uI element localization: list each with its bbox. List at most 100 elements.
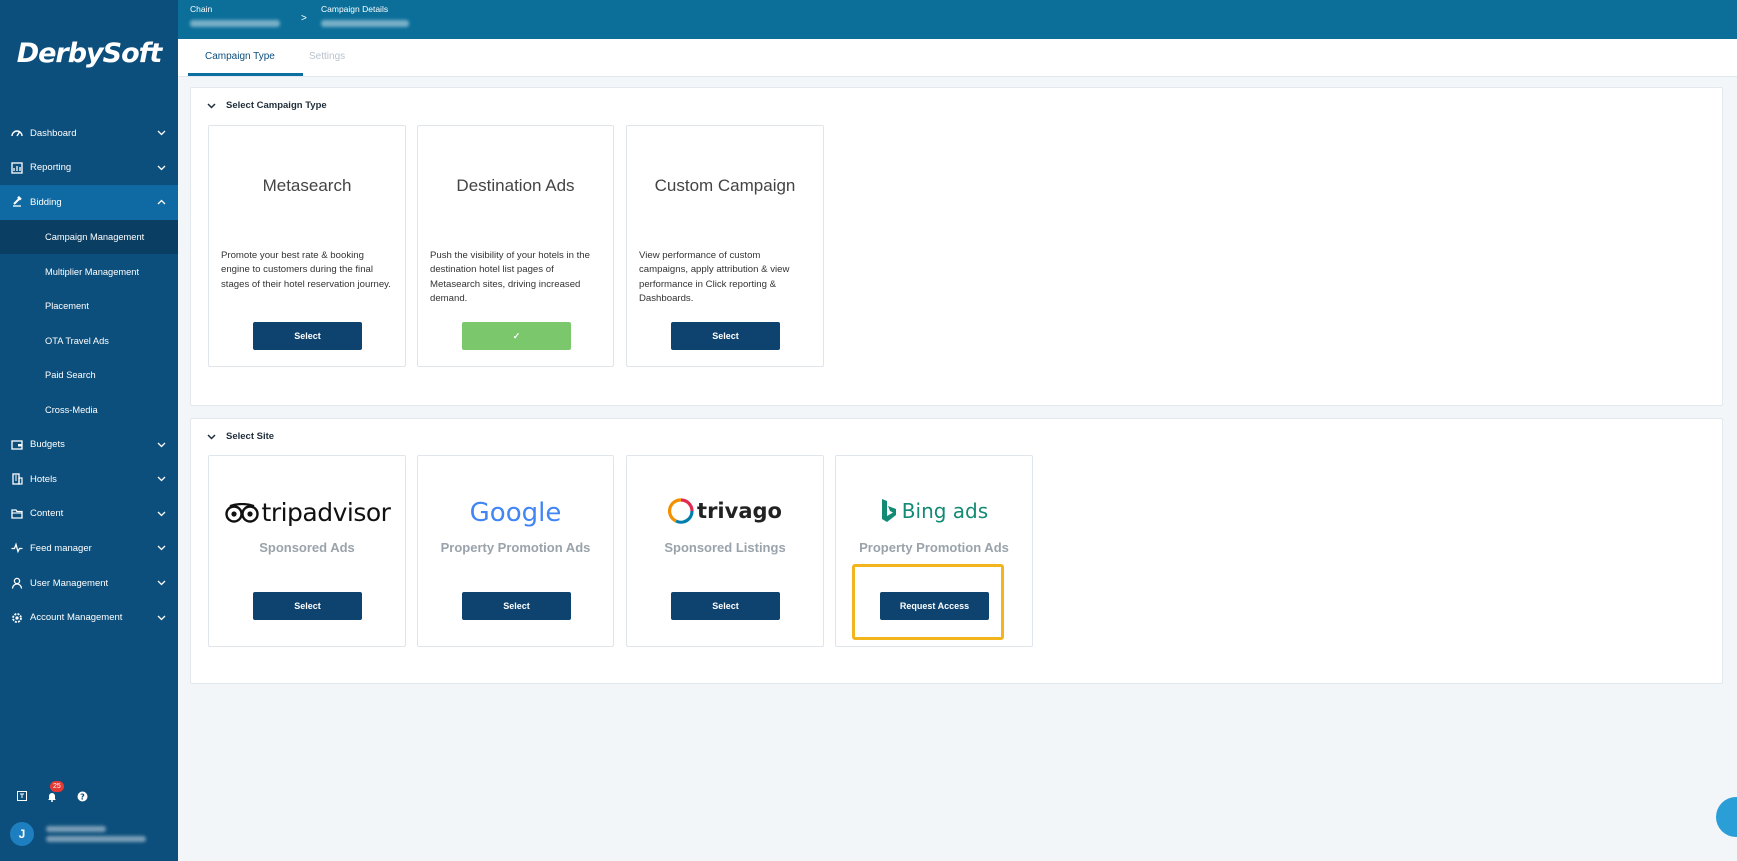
- sidebar-item-hotels[interactable]: Hotels: [0, 462, 178, 497]
- help-icon[interactable]: ?: [76, 790, 88, 802]
- chevron-down-icon: [207, 433, 216, 440]
- sidebar-item-dashboard[interactable]: Dashboard: [0, 116, 178, 151]
- breadcrumb-label: Chain: [190, 4, 213, 14]
- sidebar-subitem-ota-travel-ads[interactable]: OTA Travel Ads: [0, 324, 178, 359]
- tripadvisor-logo: tripadvisor: [209, 498, 405, 527]
- site-card-tripadvisor: tripadvisor Sponsored Ads Select: [208, 455, 406, 647]
- site-card-trivago: trivago Sponsored Listings Select: [626, 455, 824, 647]
- folder-icon: [10, 507, 23, 520]
- chevron-up-icon: [156, 197, 166, 207]
- site-card-google: Google Property Promotion Ads Select: [417, 455, 614, 647]
- svg-text:?: ?: [80, 792, 85, 801]
- breadcrumb-redacted-value: [321, 20, 409, 27]
- reporting-icon: [10, 161, 23, 174]
- section-title: Select Campaign Type: [226, 100, 327, 111]
- pulse-icon: [10, 542, 23, 555]
- tab-settings[interactable]: Settings: [309, 51, 345, 62]
- sidebar-item-label: Hotels: [30, 473, 57, 485]
- sidebar-footer-icons: 25 ?: [16, 781, 88, 802]
- campaign-card-description: Promote your best rate & booking engine …: [221, 250, 391, 290]
- sidebar-subitem-multiplier-management[interactable]: Multiplier Management: [0, 254, 178, 289]
- sidebar-item-label: Dashboard: [30, 127, 77, 139]
- campaign-type-header[interactable]: Select Campaign Type: [207, 100, 327, 111]
- campaign-card-title: Custom Campaign: [654, 176, 796, 195]
- sidebar-item-account-management[interactable]: Account Management: [0, 600, 178, 635]
- bing-ads-wordmark: Bing ads: [901, 499, 989, 523]
- section-title: Select Site: [226, 431, 275, 442]
- sidebar-subitem-placement[interactable]: Placement: [0, 289, 178, 324]
- wallet-icon: [10, 438, 23, 451]
- campaign-card-description: View performance of custom campaigns, ap…: [639, 250, 790, 304]
- sidebar-item-label: User Management: [30, 577, 109, 589]
- sidebar-item-reporting[interactable]: Reporting: [0, 151, 178, 186]
- sidebar-nav: Dashboard Reporting Bidding Campaign Man…: [0, 116, 178, 635]
- request-access-button[interactable]: Request Access: [880, 592, 989, 620]
- breadcrumb-separator: >: [301, 13, 307, 24]
- sidebar-item-bidding[interactable]: Bidding: [0, 185, 178, 220]
- chevron-down-icon: [156, 474, 166, 484]
- sidebar-item-label: Feed manager: [30, 542, 92, 554]
- notification-bell-icon[interactable]: 25: [46, 781, 64, 802]
- language-icon[interactable]: [16, 790, 28, 802]
- site-card-subtitle: Sponsored Listings: [664, 540, 786, 555]
- select-tripadvisor-button[interactable]: Select: [253, 592, 362, 620]
- user-profile[interactable]: J: [10, 822, 146, 846]
- campaign-card-description: Push the visibility of your hotels in th…: [430, 250, 590, 304]
- sidebar-subitem-campaign-management[interactable]: Campaign Management: [0, 219, 178, 255]
- sidebar-item-feed-manager[interactable]: Feed manager: [0, 531, 178, 566]
- chevron-down-icon: [156, 509, 166, 519]
- breadcrumb-redacted-value: [190, 20, 280, 27]
- chevron-down-icon: [156, 163, 166, 173]
- site-card-subtitle: Property Promotion Ads: [440, 540, 591, 555]
- sidebar: DerbySoft Dashboard Reporting Bidding Ca…: [0, 0, 178, 861]
- site-card-subtitle: Sponsored Ads: [259, 540, 355, 555]
- bing-ads-logo: Bing ads: [836, 498, 1032, 524]
- bidding-icon: [10, 196, 23, 209]
- active-tab-indicator: [188, 73, 303, 76]
- destination-ads-selected-button[interactable]: ✓: [462, 322, 571, 350]
- chat-support-button[interactable]: [1716, 797, 1737, 837]
- select-google-button[interactable]: Select: [462, 592, 571, 620]
- campaign-type-panel: Select Campaign Type Metasearch Promote …: [190, 87, 1723, 406]
- sidebar-item-label: Content: [30, 508, 64, 520]
- sidebar-subitem-paid-search[interactable]: Paid Search: [0, 358, 178, 393]
- campaign-card-title: Destination Ads: [456, 176, 575, 195]
- trivago-logo: trivago: [627, 498, 823, 524]
- chevron-down-icon: [156, 613, 166, 623]
- sidebar-item-label: Account Management: [30, 612, 123, 624]
- tripadvisor-wordmark: tripadvisor: [261, 498, 391, 527]
- sidebar-subitem-cross-media[interactable]: Cross-Media: [0, 393, 178, 428]
- google-logo: Google: [418, 498, 613, 528]
- user-icon: [10, 577, 23, 590]
- avatar: J: [10, 822, 34, 846]
- tab-campaign-type[interactable]: Campaign Type: [205, 51, 275, 62]
- campaign-card-custom-campaign: Custom Campaign View performance of cust…: [626, 125, 824, 367]
- top-bar: Chain > Campaign Details: [178, 0, 1737, 39]
- user-info-redacted: [46, 826, 146, 842]
- sidebar-item-content[interactable]: Content: [0, 497, 178, 532]
- building-icon: [10, 473, 23, 486]
- select-custom-campaign-button[interactable]: Select: [671, 322, 780, 350]
- sidebar-item-budgets[interactable]: Budgets: [0, 427, 178, 462]
- breadcrumb-chain[interactable]: Chain: [190, 4, 280, 27]
- site-card-bing: Bing ads Property Promotion Ads Request …: [835, 455, 1033, 647]
- sidebar-item-label: Budgets: [30, 439, 65, 451]
- chevron-down-icon: [207, 102, 216, 109]
- campaign-card-metasearch: Metasearch Promote your best rate & book…: [208, 125, 406, 367]
- select-metasearch-button[interactable]: Select: [253, 322, 362, 350]
- google-wordmark: Google: [469, 498, 562, 528]
- select-site-header[interactable]: Select Site: [207, 431, 274, 442]
- tripadvisor-owl-icon: [224, 502, 259, 523]
- bing-mark-icon: [881, 499, 896, 522]
- select-trivago-button[interactable]: Select: [671, 592, 780, 620]
- campaign-card-destination-ads: Destination Ads Push the visibility of y…: [417, 125, 614, 367]
- gear-icon: [10, 611, 23, 624]
- sidebar-item-user-management[interactable]: User Management: [0, 566, 178, 601]
- chevron-down-icon: [156, 440, 166, 450]
- select-site-panel: Select Site tripadvisor Sponsored Ads Se…: [190, 418, 1723, 684]
- chevron-down-icon: [156, 128, 166, 138]
- breadcrumb-label: Campaign Details: [321, 4, 389, 14]
- chevron-down-icon: [156, 543, 166, 553]
- breadcrumb-campaign-details[interactable]: Campaign Details: [321, 4, 409, 27]
- dashboard-icon: [10, 127, 23, 140]
